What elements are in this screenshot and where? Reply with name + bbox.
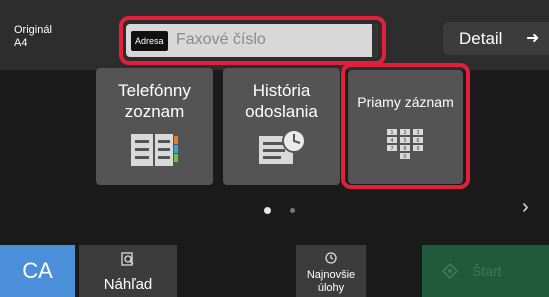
history-icon	[325, 252, 337, 264]
keypad-key: 1	[390, 130, 393, 136]
preview-label: Náhľad	[103, 276, 153, 293]
start-label: Štart	[472, 263, 502, 279]
keypad-key: 9	[416, 146, 419, 152]
preview-icon	[121, 252, 134, 266]
fax-number-input[interactable]: Adresa Faxové číslo	[126, 24, 378, 57]
detail-button[interactable]: Detail ➜	[443, 22, 549, 55]
recent-jobs-label: Najnovšie úlohy	[306, 269, 356, 294]
start-button[interactable]: Štart	[422, 245, 549, 297]
chevron-right-icon[interactable]: ›	[522, 196, 529, 219]
address-input-edge	[372, 24, 378, 57]
original-info[interactable]: Originál A4	[14, 24, 52, 50]
tile-direct-entry-label: Priamy záznam	[357, 94, 454, 110]
preview-button[interactable]: Náhľad	[79, 245, 177, 297]
address-book-icon	[131, 134, 178, 166]
keypad-key: 0	[403, 154, 406, 160]
page-dot[interactable]	[290, 208, 295, 213]
tile-send-history-label: História odoslania	[245, 81, 318, 121]
clear-all-button[interactable]: CA	[0, 245, 75, 297]
tile-phonebook[interactable]: Telefónny zoznam	[96, 68, 213, 185]
address-tag: Adresa	[131, 31, 168, 51]
keypad-key: 5	[403, 138, 406, 144]
keypad-key: 7	[390, 146, 393, 152]
fax-number-placeholder: Faxové číslo	[176, 31, 266, 48]
keypad-key: 2	[403, 130, 406, 136]
start-diamond-icon	[442, 263, 458, 279]
keypad-key: 4	[390, 138, 393, 144]
recent-jobs-button[interactable]: Najnovšie úlohy	[296, 245, 366, 297]
tile-direct-entry[interactable]: Priamy záznam 1 2 3 4 5 6 7 8 9 0	[348, 70, 463, 184]
keypad-key: 6	[416, 138, 419, 144]
original-size: A4	[14, 37, 28, 49]
page-dot-active[interactable]	[264, 207, 271, 214]
tile-send-history[interactable]: História odoslania	[223, 68, 340, 185]
history-clock-icon	[259, 130, 306, 164]
original-label: Originál	[14, 24, 52, 36]
detail-label: Detail	[459, 29, 503, 48]
arrow-right-icon: ➜	[526, 30, 540, 47]
tile-phonebook-label: Telefónny zoznam	[118, 81, 191, 121]
keypad-icon: 1 2 3 4 5 6 7 8 9 0	[387, 129, 423, 160]
keypad-key: 3	[416, 130, 419, 136]
keypad-key: 8	[403, 146, 406, 152]
